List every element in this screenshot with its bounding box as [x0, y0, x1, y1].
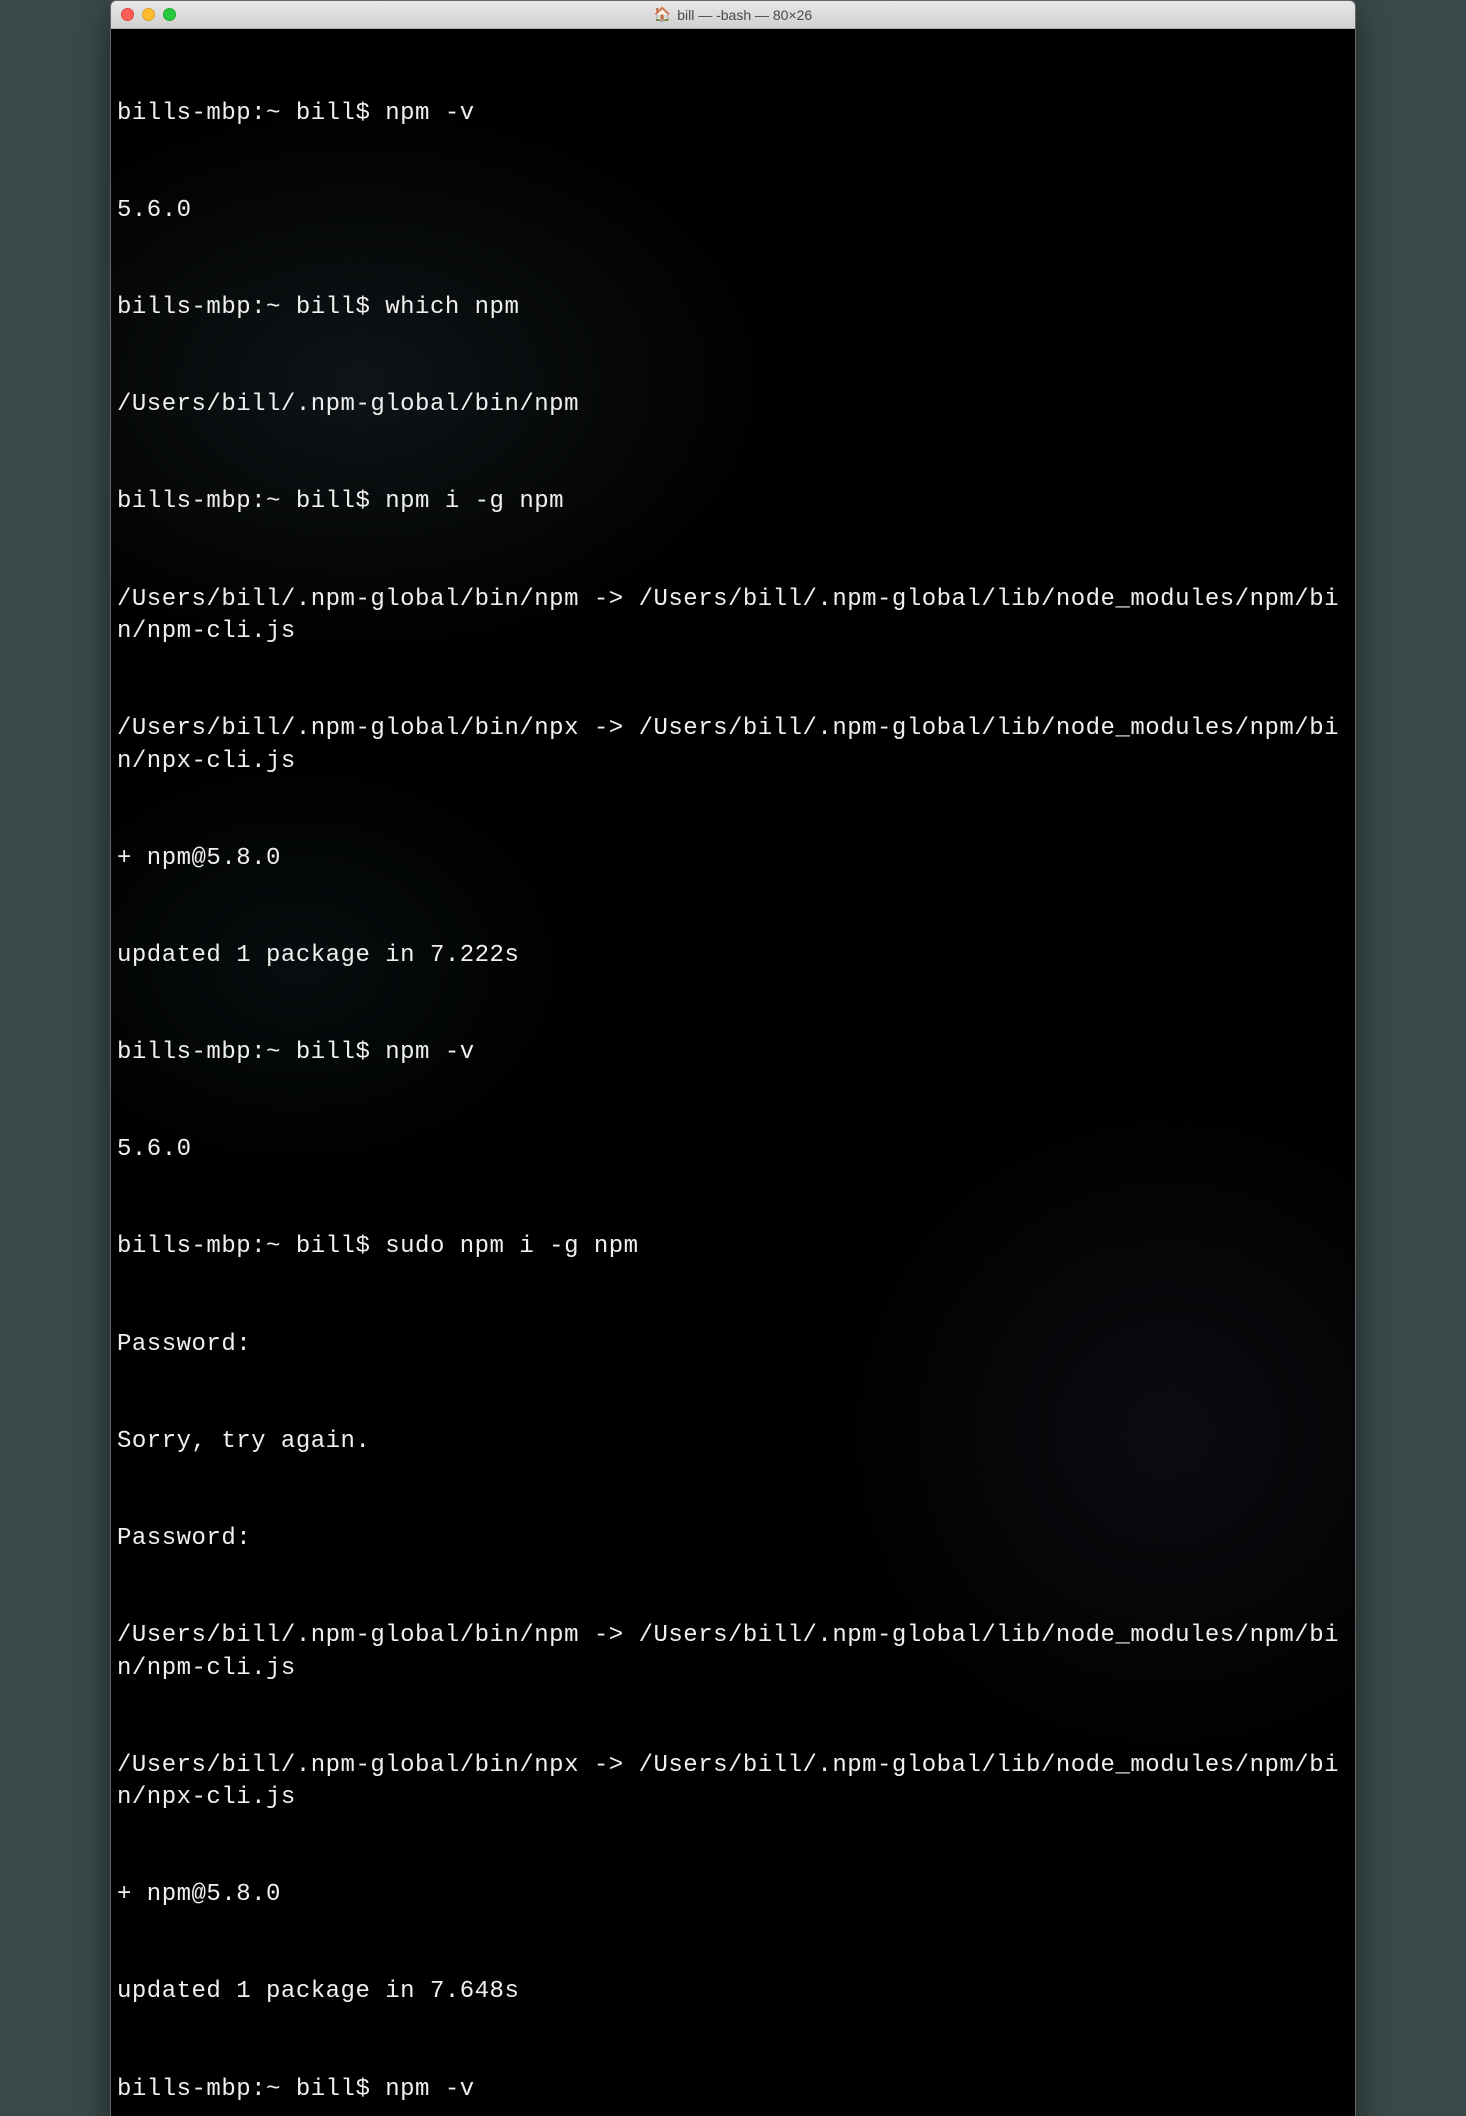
- terminal-line: + npm@5.8.0: [117, 1879, 1349, 1911]
- terminal-line: Password:: [117, 1329, 1349, 1361]
- terminal-line: updated 1 package in 7.222s: [117, 940, 1349, 972]
- traffic-lights: [121, 8, 176, 21]
- close-button[interactable]: [121, 8, 134, 21]
- terminal-line: /Users/bill/.npm-global/bin/npx -> /User…: [117, 1750, 1349, 1815]
- terminal-line: /Users/bill/.npm-global/bin/npm: [117, 389, 1349, 421]
- terminal-line: bills-mbp:~ bill$ sudo npm i -g npm: [117, 1231, 1349, 1263]
- terminal-line: bills-mbp:~ bill$ npm i -g npm: [117, 486, 1349, 518]
- home-icon: 🏠: [654, 6, 671, 23]
- terminal-line: bills-mbp:~ bill$ which npm: [117, 292, 1349, 324]
- window-title-wrap: 🏠 bill — -bash — 80×26: [121, 6, 1345, 23]
- terminal-line: Password:: [117, 1523, 1349, 1555]
- terminal-line: Sorry, try again.: [117, 1426, 1349, 1458]
- minimize-button[interactable]: [142, 8, 155, 21]
- window-titlebar[interactable]: 🏠 bill — -bash — 80×26: [111, 1, 1355, 29]
- maximize-button[interactable]: [163, 8, 176, 21]
- terminal-line: /Users/bill/.npm-global/bin/npm -> /User…: [117, 1620, 1349, 1685]
- terminal-line: /Users/bill/.npm-global/bin/npx -> /User…: [117, 713, 1349, 778]
- terminal-line: bills-mbp:~ bill$ npm -v: [117, 1037, 1349, 1069]
- terminal-line: updated 1 package in 7.648s: [117, 1976, 1349, 2008]
- terminal-content[interactable]: bills-mbp:~ bill$ npm -v 5.6.0 bills-mbp…: [117, 33, 1349, 2116]
- terminal-line: /Users/bill/.npm-global/bin/npm -> /User…: [117, 584, 1349, 649]
- terminal-line: + npm@5.8.0: [117, 843, 1349, 875]
- terminal-body[interactable]: bills-mbp:~ bill$ npm -v 5.6.0 bills-mbp…: [111, 29, 1355, 2116]
- terminal-line: bills-mbp:~ bill$ npm -v: [117, 2074, 1349, 2106]
- terminal-line: 5.6.0: [117, 195, 1349, 227]
- window-title: bill — -bash — 80×26: [677, 7, 812, 23]
- terminal-line: 5.6.0: [117, 1134, 1349, 1166]
- terminal-window: 🏠 bill — -bash — 80×26 bills-mbp:~ bill$…: [110, 0, 1356, 2116]
- terminal-line: bills-mbp:~ bill$ npm -v: [117, 98, 1349, 130]
